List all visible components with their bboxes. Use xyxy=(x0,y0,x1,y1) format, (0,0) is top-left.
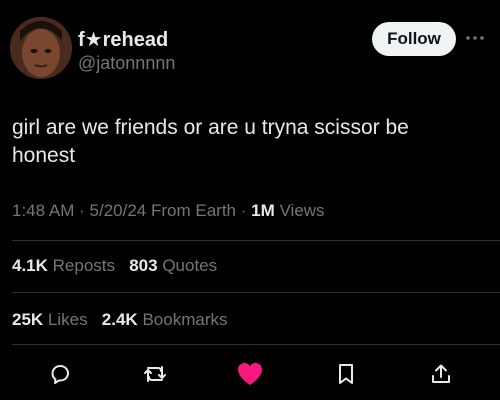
repost-button[interactable] xyxy=(139,358,171,390)
avatar-image xyxy=(10,17,72,79)
reposts-count: 4.1K xyxy=(12,256,48,275)
follow-button[interactable]: Follow xyxy=(372,22,456,56)
bookmarks-count: 2.4K xyxy=(101,310,138,329)
reposts-label: Reposts xyxy=(52,256,116,275)
divider xyxy=(12,292,500,293)
views-label: Views xyxy=(279,201,325,220)
likes-stat[interactable]: 25K Likes xyxy=(12,310,92,329)
bookmarks-stat[interactable]: 2.4K Bookmarks xyxy=(102,310,228,329)
more-options-button[interactable] xyxy=(463,26,487,50)
action-bar xyxy=(0,358,500,390)
divider xyxy=(12,344,500,345)
share-button[interactable] xyxy=(425,358,457,390)
reply-icon xyxy=(51,365,69,384)
quotes-stat[interactable]: 803 Quotes xyxy=(129,256,217,275)
quotes-label: Quotes xyxy=(162,256,218,275)
tweet-date[interactable]: 5/20/24 xyxy=(90,201,147,220)
bookmark-icon xyxy=(339,364,353,384)
stats-row-likes-bookmarks: 25K Likes 2.4K Bookmarks xyxy=(12,310,227,330)
likes-count: 25K xyxy=(12,310,44,329)
bookmark-button[interactable] xyxy=(330,358,362,390)
tweet-source: From Earth xyxy=(150,201,237,220)
meta-separator: · xyxy=(240,201,247,220)
bookmarks-label: Bookmarks xyxy=(142,310,228,329)
tweet-header: f★rehead @jatonnnnn Follow xyxy=(0,0,500,90)
heart-icon xyxy=(238,363,262,385)
views-count: 1M xyxy=(251,201,275,220)
more-icon xyxy=(466,36,484,40)
tweet-time[interactable]: 1:48 AM xyxy=(12,201,74,220)
tweet-text: girl are we friends or are u tryna sciss… xyxy=(12,116,409,167)
likes-label: Likes xyxy=(47,310,88,329)
user-handle[interactable]: @jatonnnnn xyxy=(78,53,175,74)
reply-button[interactable] xyxy=(44,358,76,390)
stats-row-reposts-quotes: 4.1K Reposts 803 Quotes xyxy=(12,256,217,276)
like-button[interactable] xyxy=(234,358,266,390)
share-icon xyxy=(432,364,450,383)
divider xyxy=(12,240,500,241)
reposts-stat[interactable]: 4.1K Reposts xyxy=(12,256,120,275)
quotes-count: 803 xyxy=(129,256,158,275)
meta-separator: · xyxy=(79,201,85,220)
display-name[interactable]: f★rehead xyxy=(78,27,168,52)
avatar[interactable] xyxy=(10,17,72,79)
tweet-meta: 1:48 AM · 5/20/24 From Earth · 1M Views xyxy=(12,201,325,221)
repost-icon xyxy=(144,366,166,382)
